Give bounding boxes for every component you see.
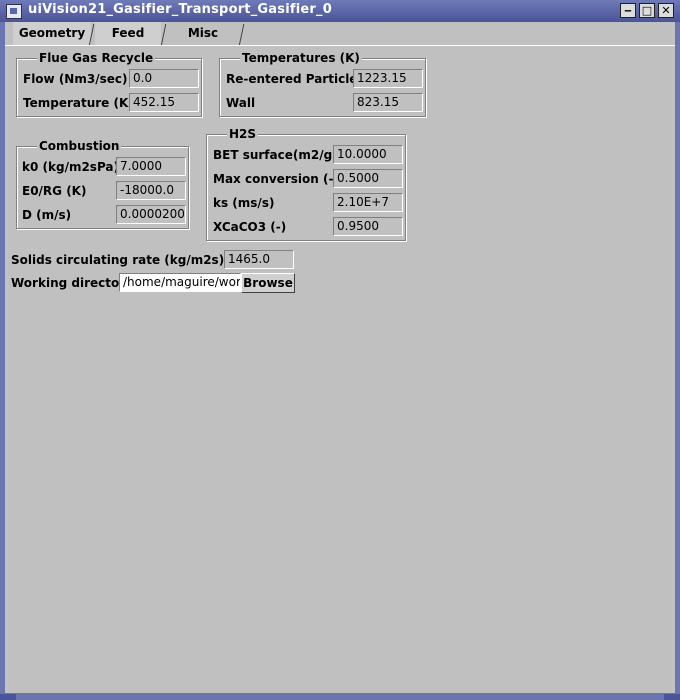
ks-field[interactable]: 2.10E+7 xyxy=(333,193,403,212)
group-title: Temperatures (K) xyxy=(240,51,362,65)
max-conversion-label: Max conversion (-) xyxy=(213,172,339,186)
tab-divider xyxy=(238,24,245,46)
maximize-button[interactable]: □ xyxy=(639,3,655,18)
wall-field[interactable]: 823.15 xyxy=(353,93,423,112)
group-title: Flue Gas Recycle xyxy=(37,51,156,65)
tab-underline xyxy=(5,45,675,46)
tab-geometry[interactable]: Geometry xyxy=(13,22,91,45)
working-directory-field[interactable]: /home/maguire/workbench xyxy=(119,273,241,292)
k0-field[interactable]: 7.0000 xyxy=(116,157,186,176)
tab-bar: Geometry Feed Misc xyxy=(5,22,675,46)
xcaco3-label: XCaCO3 (-) xyxy=(213,220,287,234)
bet-surface-label: BET surface(m2/g) xyxy=(213,148,338,162)
d-field[interactable]: 0.0000200 xyxy=(116,205,186,224)
application-window: uiVision21_Gasifier_Transport_Gasifier_0… xyxy=(0,0,680,700)
reentered-particles-field[interactable]: 1223.15 xyxy=(353,69,423,88)
browse-button[interactable]: Browse xyxy=(241,273,295,293)
tab-misc[interactable]: Misc xyxy=(167,22,239,45)
minimize-button[interactable]: ‒ xyxy=(620,3,636,18)
resize-grip-right[interactable] xyxy=(664,694,680,700)
reentered-particles-label: Re-entered Particles xyxy=(226,72,365,86)
close-button[interactable]: ✕ xyxy=(658,3,674,18)
d-label: D (m/s) xyxy=(22,208,72,222)
e0-label: E0/RG (K) xyxy=(22,184,87,198)
temperature-label: Temperature (K) xyxy=(23,96,134,110)
client-area xyxy=(5,22,675,693)
resize-grip-left[interactable] xyxy=(0,694,16,700)
wall-label: Wall xyxy=(226,96,256,110)
flow-field[interactable]: 0.0 xyxy=(129,69,199,88)
group-title: Combustion xyxy=(37,139,122,153)
app-icon[interactable] xyxy=(6,4,22,19)
flow-label: Flow (Nm3/sec) xyxy=(23,72,128,86)
ks-label: ks (ms/s) xyxy=(213,196,275,210)
group-title: H2S xyxy=(227,127,259,141)
working-directory-label: Working directory xyxy=(11,276,133,290)
max-conversion-field[interactable]: 0.5000 xyxy=(333,169,403,188)
e0-field[interactable]: -18000.0 xyxy=(116,181,186,200)
window-title: uiVision21_Gasifier_Transport_Gasifier_0 xyxy=(28,2,332,17)
tab-feed[interactable]: Feed xyxy=(95,22,161,45)
solids-rate-field[interactable]: 1465.0 xyxy=(224,250,294,269)
tab-divider xyxy=(160,24,167,46)
k0-label: k0 (kg/m2sPa) xyxy=(22,160,119,174)
solids-rate-label: Solids circulating rate (kg/m2s) Gs xyxy=(11,253,246,267)
bet-surface-field[interactable]: 10.0000 xyxy=(333,145,403,164)
title-bar[interactable]: uiVision21_Gasifier_Transport_Gasifier_0… xyxy=(0,0,680,22)
xcaco3-field[interactable]: 0.9500 xyxy=(333,217,403,236)
temperature-field[interactable]: 452.15 xyxy=(129,93,199,112)
